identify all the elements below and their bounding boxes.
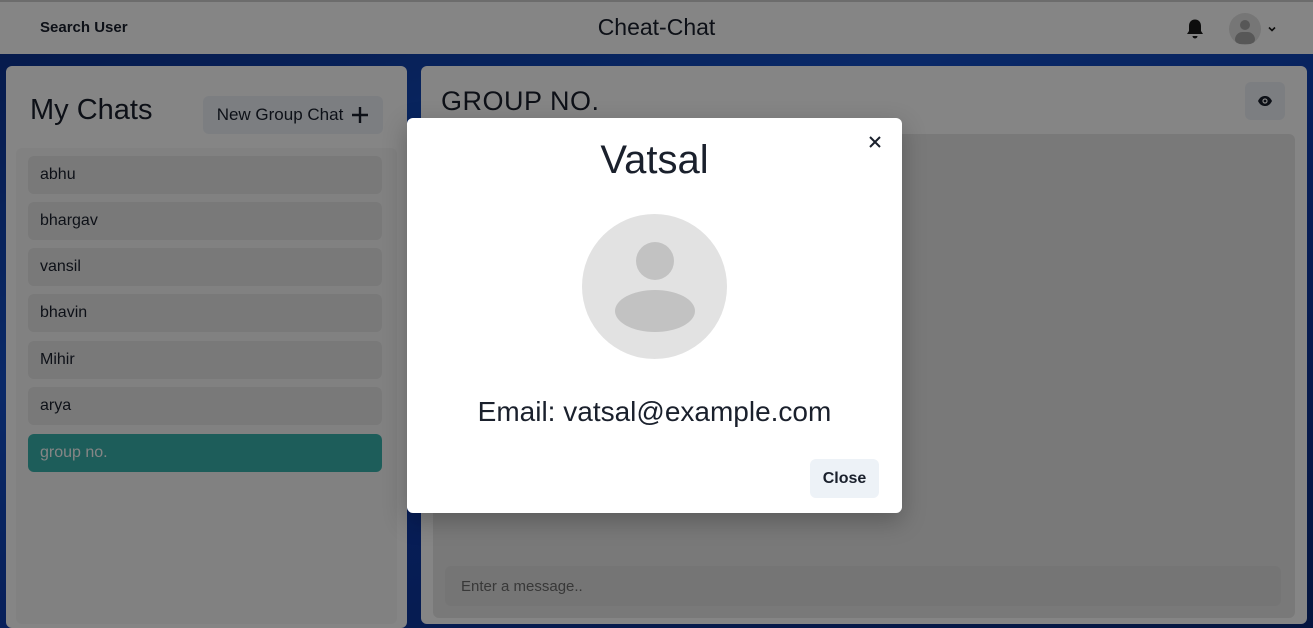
profile-avatar xyxy=(582,214,727,359)
profile-email: Email: vatsal@example.com xyxy=(477,396,832,427)
profile-modal: Vatsal Email: vatsal@example.com Close xyxy=(407,118,902,513)
modal-close-button[interactable]: Close xyxy=(810,459,879,498)
profile-name: Vatsal xyxy=(600,138,709,182)
